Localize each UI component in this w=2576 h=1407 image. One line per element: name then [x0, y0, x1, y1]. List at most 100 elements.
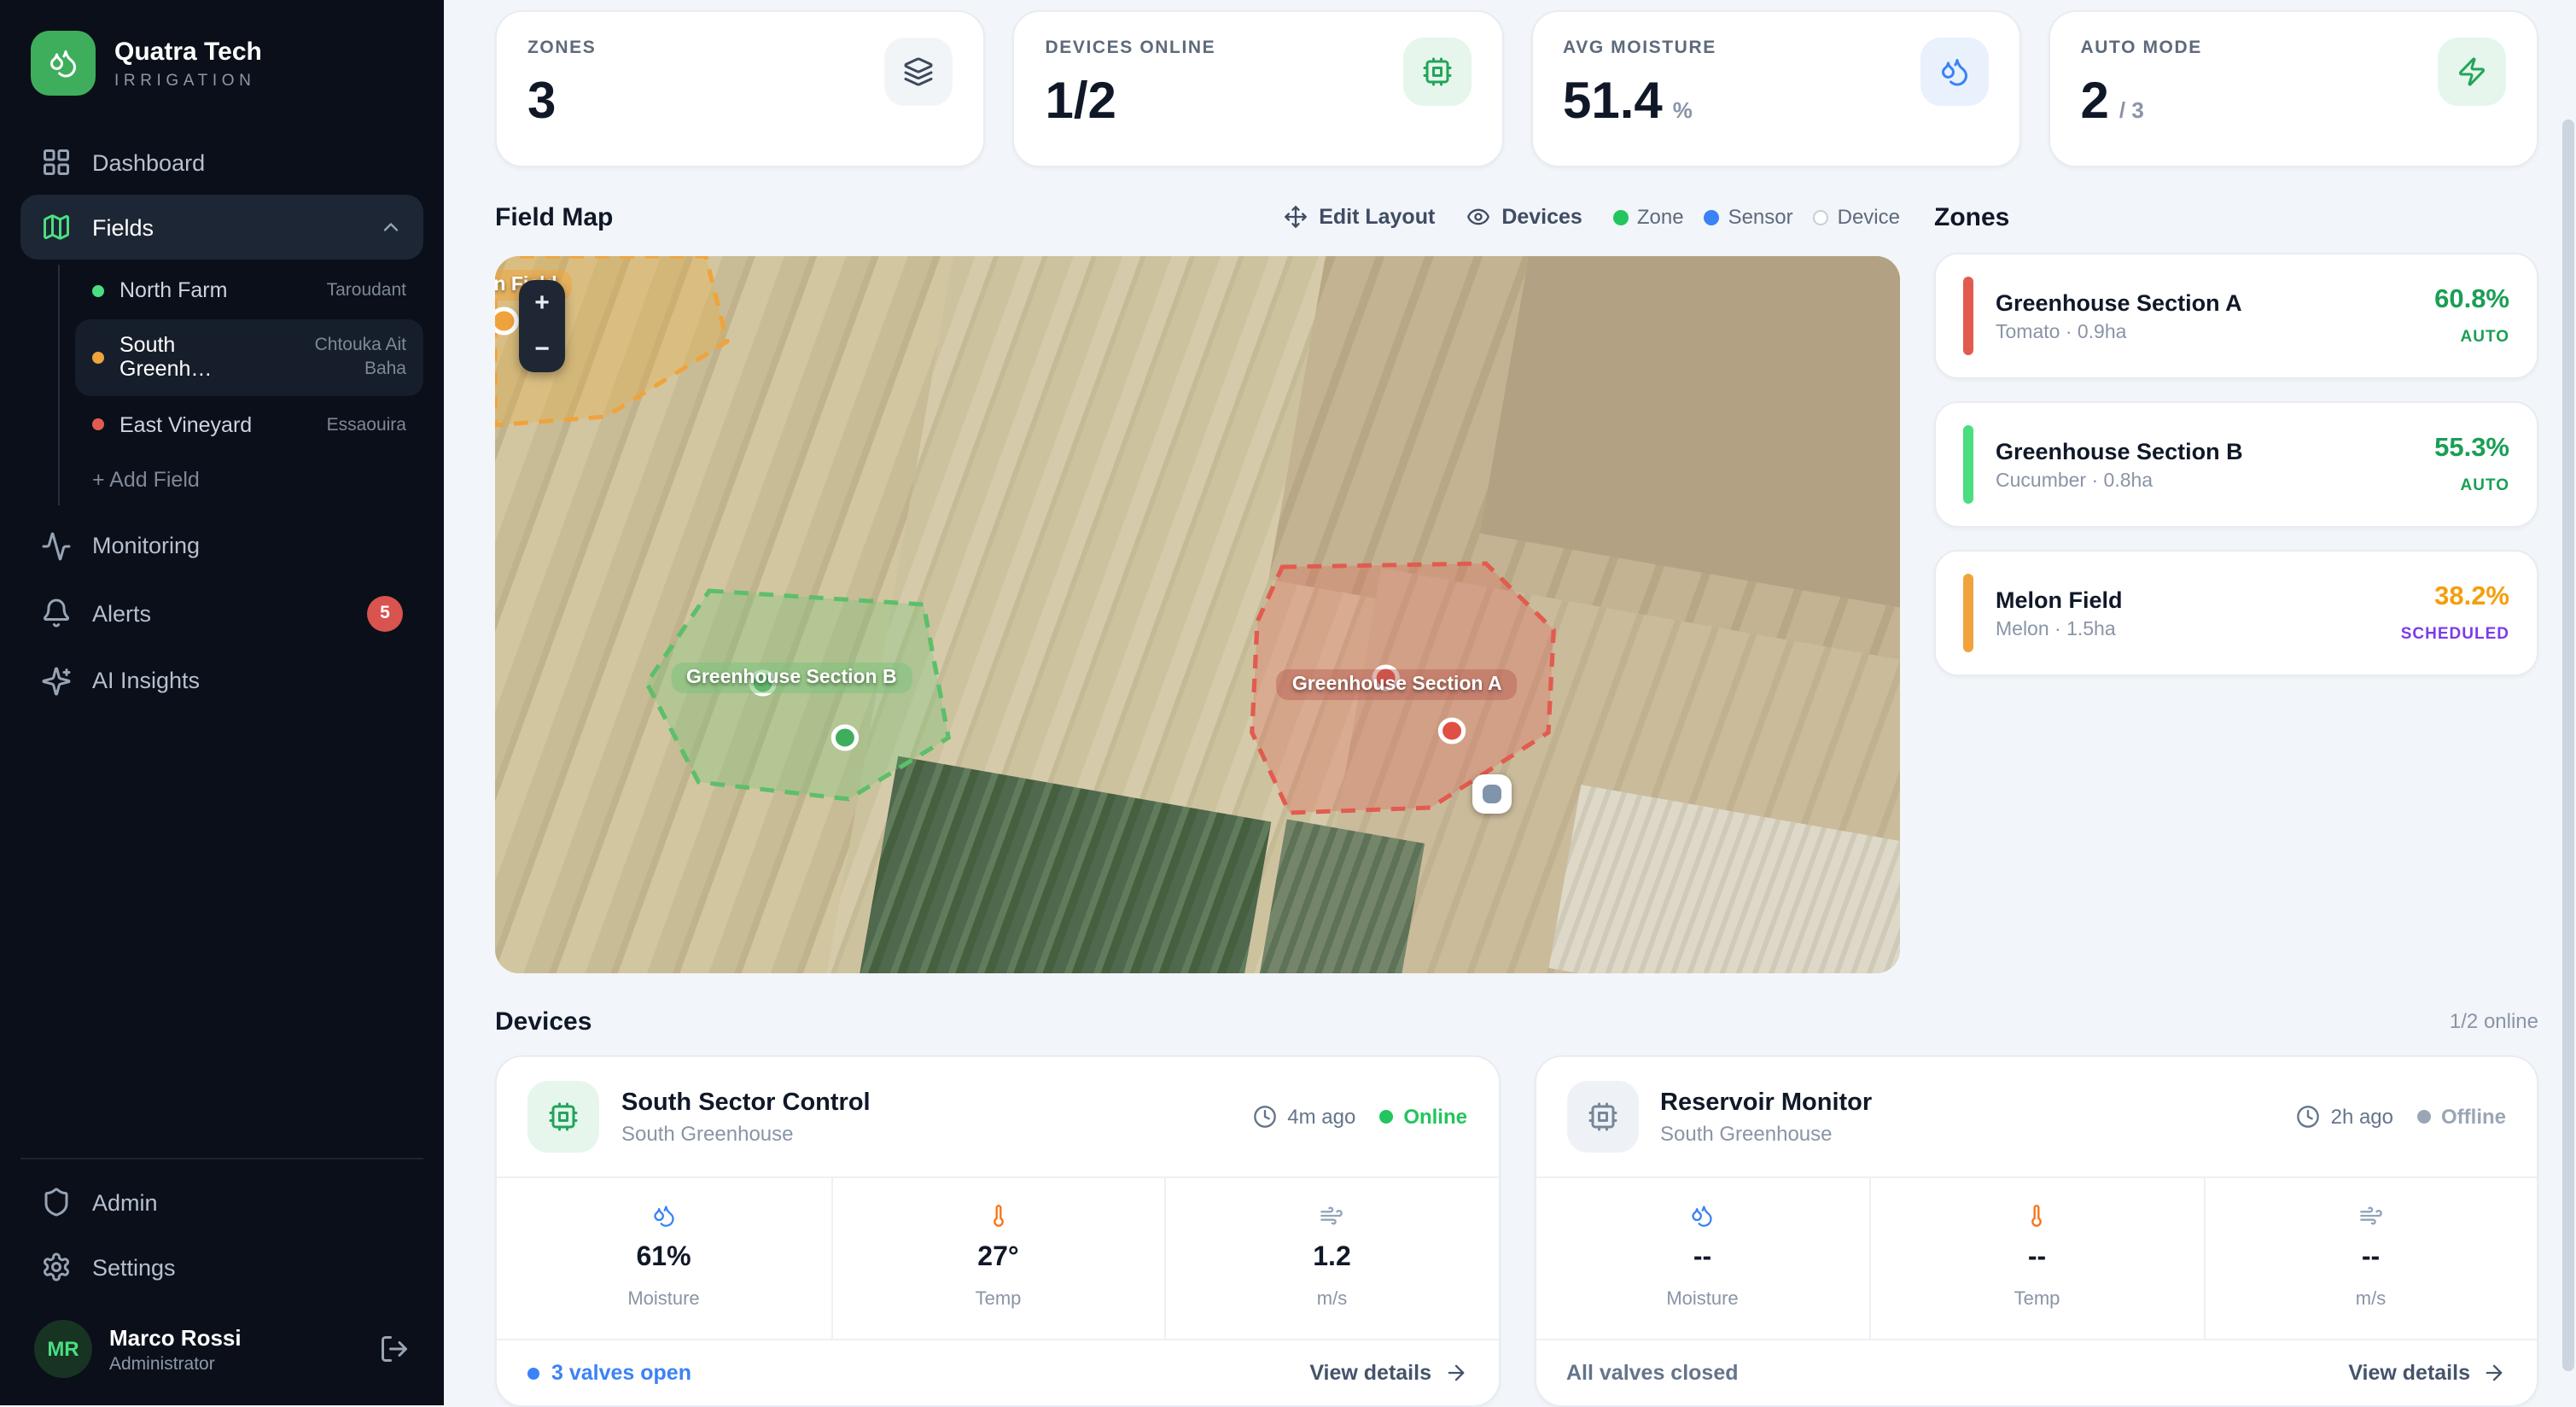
stat-card-auto-mode: AUTO MODE 2/ 3	[2049, 10, 2539, 167]
clock-icon	[1253, 1105, 1277, 1129]
add-field-button[interactable]: + Add Field	[75, 453, 423, 505]
field-item-south-greenhouse[interactable]: South Greenh… Chtouka Ait Baha	[75, 319, 423, 395]
zoom-out-button[interactable]: −	[519, 326, 565, 372]
avatar: MR	[34, 1320, 92, 1378]
sidebar-item-admin[interactable]: Admin	[20, 1170, 423, 1235]
sidebar-item-label: Settings	[92, 1254, 176, 1280]
device-card-south-sector-control: South Sector Control South Greenhouse 4m…	[495, 1055, 1500, 1407]
device-name: South Sector Control	[621, 1089, 871, 1116]
stat-value: 1/2	[1046, 73, 1216, 131]
stat-value: 1.2	[1313, 1243, 1351, 1274]
field-name: South Greenh…	[119, 334, 263, 382]
stat-suffix: / 3	[2119, 97, 2144, 123]
arrow-right-icon	[2482, 1361, 2506, 1385]
sidebar-item-dashboard[interactable]: Dashboard	[20, 130, 423, 195]
clock-icon	[2297, 1105, 2321, 1129]
stat-label: Moisture	[1666, 1289, 1738, 1310]
zone-color-bar	[1963, 277, 1973, 355]
sidebar-item-label: Alerts	[92, 600, 151, 626]
droplets-icon	[652, 1204, 676, 1228]
field-status-dot	[92, 418, 104, 430]
brand-tagline: IRRIGATION	[114, 71, 262, 90]
sidebar-item-alerts[interactable]: Alerts 5	[20, 578, 423, 648]
sidebar-item-ai-insights[interactable]: AI Insights	[20, 648, 423, 713]
zoom-in-button[interactable]: +	[519, 280, 565, 326]
move-icon	[1283, 205, 1307, 229]
stat-value: 61%	[636, 1243, 691, 1274]
logout-icon[interactable]	[379, 1334, 410, 1364]
stat-label: m/s	[1317, 1289, 1347, 1310]
field-map-header: Field Map Edit Layout Devices	[495, 198, 1900, 236]
view-details-link[interactable]: View details	[1309, 1361, 1467, 1385]
sidebar-item-monitoring[interactable]: Monitoring	[20, 513, 423, 578]
melon-sensor-marker	[495, 309, 516, 333]
device-status: Offline	[2441, 1105, 2506, 1129]
zone-color-bar	[1963, 425, 1973, 504]
stats-row: ZONES 3 DEVICES ONLINE 1/2 AVG MOIST	[495, 10, 2538, 167]
vertical-scrollbar[interactable]	[2562, 120, 2574, 1371]
sidebar-item-label: Fields	[92, 214, 154, 240]
zones-title: Zones	[1934, 202, 2009, 231]
zone-card-greenhouse-a[interactable]: Greenhouse Section A Tomato · 0.9ha 60.8…	[1934, 253, 2538, 379]
map-icon	[41, 212, 72, 242]
device-stat-moisture: -- Moisture	[1536, 1178, 1869, 1339]
zone-status-badge: AUTO	[2434, 476, 2509, 495]
field-map[interactable]: Melon Field Greenhouse Section B Greenho…	[495, 256, 1900, 973]
zap-icon	[2438, 38, 2506, 106]
device-marker-icon	[1483, 785, 1502, 803]
zone-card-greenhouse-b[interactable]: Greenhouse Section B Cucumber · 0.8ha 55…	[1934, 401, 2538, 528]
sparkles-icon	[41, 665, 72, 696]
device-stat-wind: -- m/s	[2203, 1178, 2537, 1339]
device-marker[interactable]	[1473, 774, 1512, 814]
sidebar: Quatra Tech IRRIGATION Dashboard Fields …	[0, 0, 444, 1405]
devices-toggle-button[interactable]: Devices	[1466, 205, 1582, 229]
valve-status: All valves closed	[1566, 1361, 1739, 1385]
user-profile[interactable]: MR Marco Rossi Administrator	[20, 1299, 423, 1385]
cpu-icon	[1402, 38, 1471, 106]
stat-value: 27°	[977, 1243, 1018, 1274]
device-location: South Greenhouse	[1660, 1121, 1872, 1145]
brand-logo-droplets-icon	[31, 31, 96, 96]
stat-value: 3	[527, 73, 596, 131]
zone-status-badge: SCHEDULED	[2401, 625, 2509, 644]
stat-card-avg-moisture: AVG MOISTURE 51.4%	[1530, 10, 2021, 167]
view-details-link[interactable]: View details	[2348, 1361, 2506, 1385]
device-legend-dot	[1814, 209, 1829, 225]
stat-value: --	[2028, 1243, 2046, 1274]
map-overlay	[495, 256, 1900, 973]
shield-icon	[41, 1187, 72, 1217]
sidebar-nav: Dashboard Fields North Farm Taroudant So…	[20, 130, 423, 713]
alerts-count-badge: 5	[367, 595, 403, 631]
wind-icon	[1320, 1204, 1344, 1228]
sidebar-item-fields[interactable]: Fields	[20, 195, 423, 260]
brand: Quatra Tech IRRIGATION	[20, 24, 423, 130]
field-item-north-farm[interactable]: North Farm Taroudant	[75, 265, 423, 316]
device-name: Reservoir Monitor	[1660, 1089, 1872, 1116]
edit-layout-button[interactable]: Edit Layout	[1283, 205, 1435, 229]
sidebar-item-settings[interactable]: Settings	[20, 1235, 423, 1299]
app: Quatra Tech IRRIGATION Dashboard Fields …	[0, 0, 2576, 1405]
sidebar-bottom: Admin Settings MR Marco Rossi Administra…	[20, 1158, 423, 1385]
zone-color-bar	[1963, 574, 1973, 652]
map-label-greenhouse-b: Greenhouse Section B	[671, 662, 912, 692]
sidebar-item-label: AI Insights	[92, 668, 200, 693]
stat-label: AUTO MODE	[2081, 38, 2202, 58]
field-location: Taroudant	[327, 278, 406, 302]
zone-name: Greenhouse Section B	[1996, 438, 2243, 464]
user-name: Marco Rossi	[109, 1324, 242, 1350]
stat-label: AVG MOISTURE	[1563, 38, 1716, 58]
bell-icon	[41, 598, 72, 628]
stat-label: Moisture	[627, 1289, 699, 1310]
zone-card-melon-field[interactable]: Melon Field Melon · 1.5ha 38.2% SCHEDULE…	[1934, 550, 2538, 676]
device-stat-moisture: 61% Moisture	[497, 1178, 830, 1339]
zone-moisture: 55.3%	[2434, 434, 2509, 464]
field-item-east-vineyard[interactable]: East Vineyard Essaouira	[75, 399, 423, 450]
middle-row: Field Map Edit Layout Devices	[495, 198, 2538, 973]
zones-panel: Zones Greenhouse Section A Tomato · 0.9h…	[1934, 198, 2538, 973]
activity-icon	[41, 530, 72, 561]
field-map-section: Field Map Edit Layout Devices	[495, 198, 1900, 973]
stat-card-devices-online: DEVICES ONLINE 1/2	[1013, 10, 1504, 167]
device-location: South Greenhouse	[621, 1121, 871, 1145]
stat-label: m/s	[2356, 1289, 2386, 1310]
map-legend: Zone Sensor Device	[1613, 205, 1900, 229]
